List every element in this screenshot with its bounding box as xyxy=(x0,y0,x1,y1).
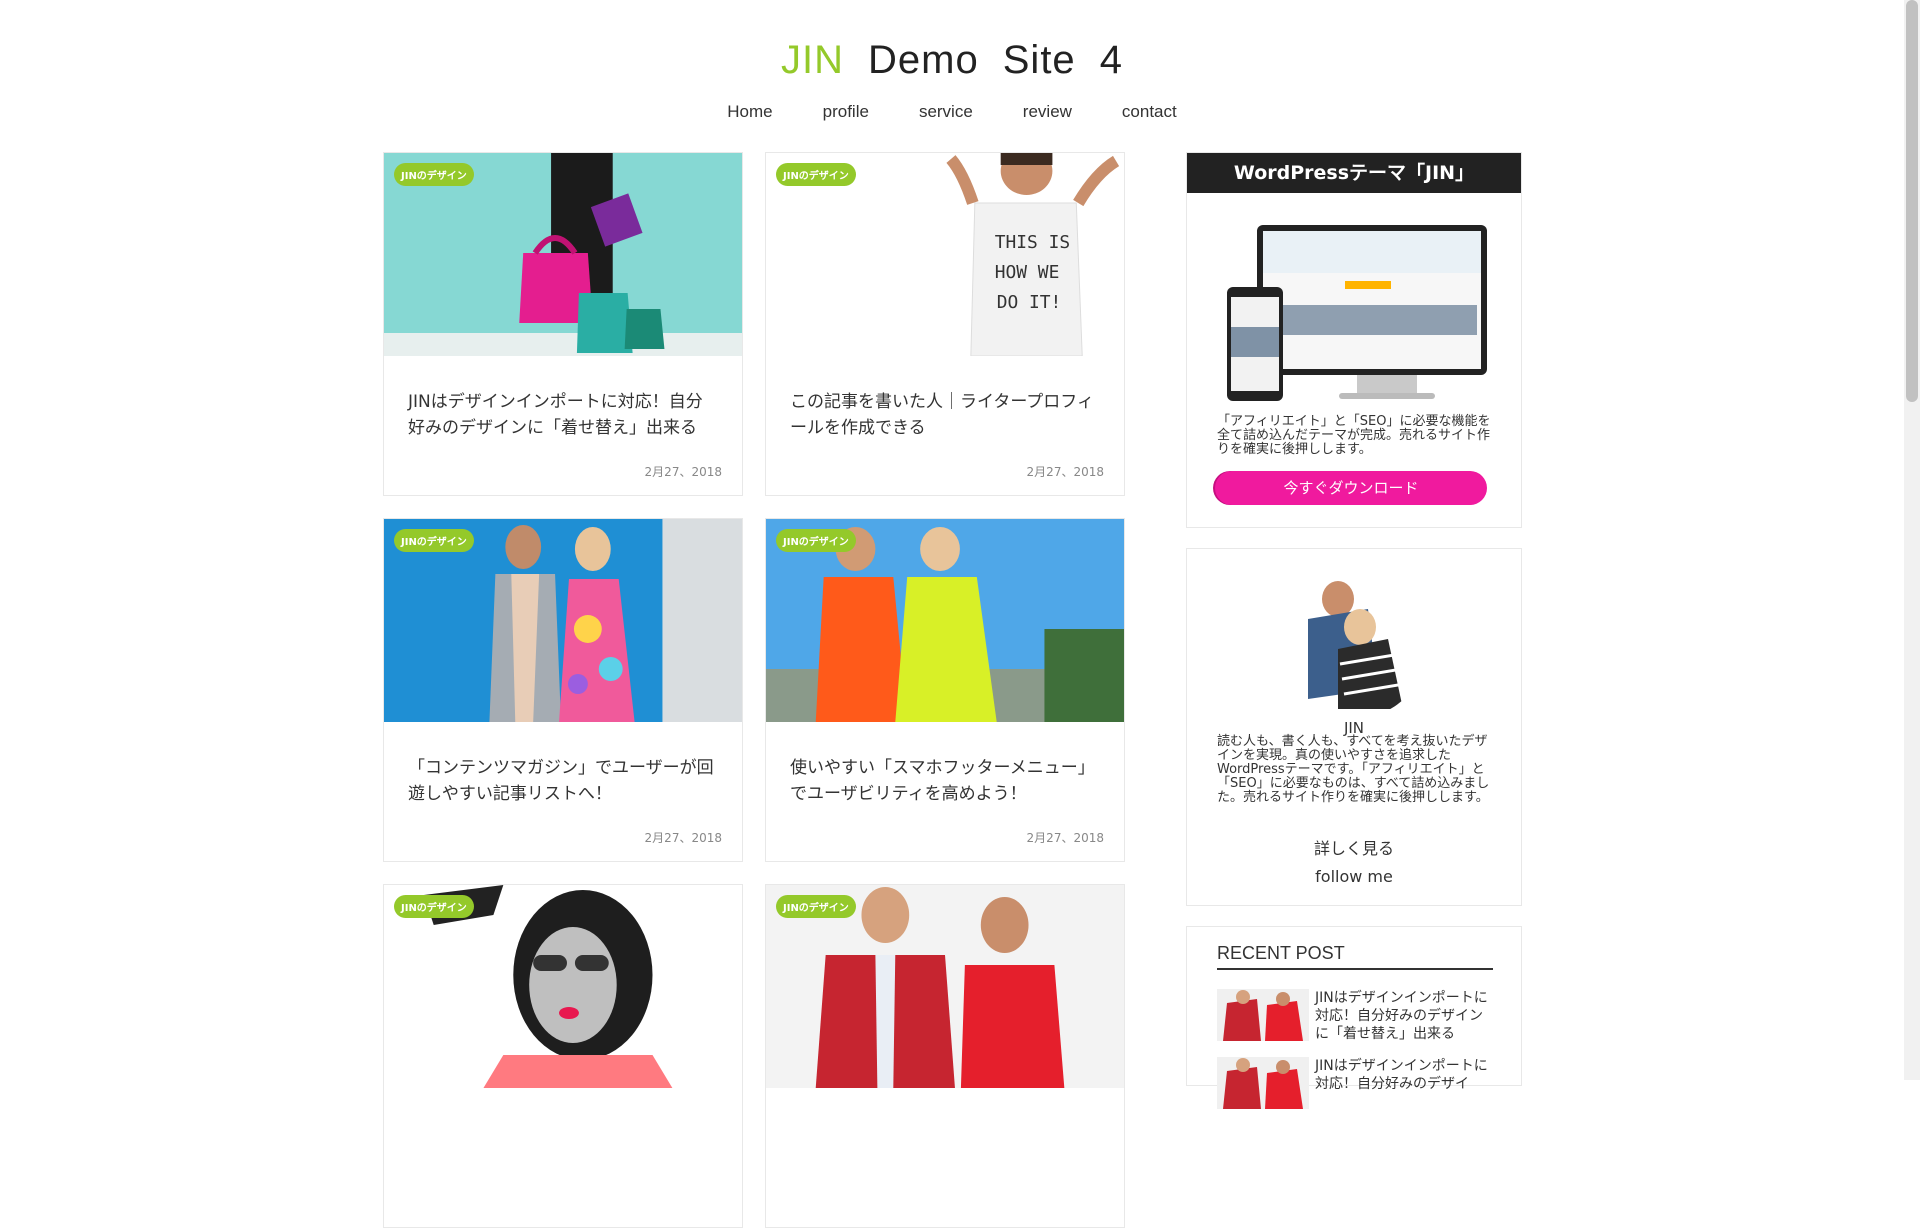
category-badge[interactable]: JINのデザイン xyxy=(776,895,856,918)
svg-text:HOW WE: HOW WE xyxy=(995,262,1060,283)
nav-item-contact[interactable]: contact xyxy=(1122,102,1177,122)
theme-preview-image[interactable] xyxy=(1227,225,1487,405)
svg-text:THIS IS: THIS IS xyxy=(995,232,1070,253)
post-card[interactable]: THIS IS HOW WE DO IT! JINのデザイン この記事を書いた人… xyxy=(765,152,1125,496)
profile-bio: 読む人も、書く人も、すべてを考え抜いたデザインを実現。真の使いやすさを追求したW… xyxy=(1217,734,1490,805)
profile-widget: JIN 読む人も、書く人も、すべてを考え抜いたデザインを実現。真の使いやすさを追… xyxy=(1186,548,1522,906)
widget-title: WordPressテーマ「JIN」 xyxy=(1187,153,1521,193)
main-nav: Home profile service review contact xyxy=(0,102,1904,122)
avatar xyxy=(1278,569,1428,719)
recent-post-title[interactable]: JINはデザインインポートに対応！自分好みのデザイ xyxy=(1315,1057,1493,1093)
post-date: 2月27、2018 xyxy=(1026,465,1104,479)
site-title[interactable]: JIN Demo Site 4 xyxy=(0,38,1904,83)
recent-post-thumbnail[interactable] xyxy=(1217,989,1309,1041)
post-title[interactable]: この記事を書いた人｜ライタープロフィールを作成できる xyxy=(790,389,1100,441)
recent-post-widget: RECENT POST JINはデザインインポートに対応！自分好みのデザインに「… xyxy=(1186,926,1522,1109)
site-title-part: Site xyxy=(1002,38,1076,82)
post-title[interactable]: 使いやすい「スマホフッターメニュー」でユーザビリティを高めよう！ xyxy=(790,755,1100,807)
post-title[interactable]: JINはデザインインポートに対応！自分好みのデザインに「着せ替え」出来る xyxy=(408,389,718,441)
category-badge[interactable]: JINのデザイン xyxy=(394,529,474,552)
post-date: 2月27、2018 xyxy=(644,831,722,845)
widget-title: RECENT POST xyxy=(1217,943,1493,970)
nav-item-home[interactable]: Home xyxy=(727,102,772,122)
theme-widget: WordPressテーマ「JIN」 「アフィリエイト」と「SEO」に必要な機能を… xyxy=(1186,152,1522,528)
category-badge[interactable]: JINのデザイン xyxy=(776,529,856,552)
post-card[interactable]: JINのデザイン xyxy=(765,884,1125,1228)
page-scrollbar[interactable] xyxy=(1904,0,1920,1080)
post-card[interactable]: JINのデザイン 使いやすい「スマホフッターメニュー」でユーザビリティを高めよう… xyxy=(765,518,1125,862)
recent-post-thumbnail[interactable] xyxy=(1217,1057,1309,1109)
nav-item-profile[interactable]: profile xyxy=(823,102,869,122)
site-title-part: JIN xyxy=(781,38,845,82)
post-date: 2月27、2018 xyxy=(644,465,722,479)
site-title-part: Demo xyxy=(868,38,979,82)
svg-text:DO IT!: DO IT! xyxy=(997,292,1062,313)
nav-item-service[interactable]: service xyxy=(919,102,973,122)
recent-post-title[interactable]: JINはデザインインポートに対応！自分好みのデザインに「着せ替え」出来る xyxy=(1315,989,1493,1043)
more-link[interactable]: 詳しく見る xyxy=(1187,835,1521,859)
nav-item-review[interactable]: review xyxy=(1023,102,1072,122)
post-card[interactable]: JINのデザイン JINはデザインインポートに対応！自分好みのデザインに「着せ替… xyxy=(383,152,743,496)
category-badge[interactable]: JINのデザイン xyxy=(776,163,856,186)
category-badge[interactable]: JINのデザイン xyxy=(394,895,474,918)
recent-post-item[interactable]: JINはデザインインポートに対応！自分好みのデザイ xyxy=(1217,1057,1493,1113)
recent-post-item[interactable]: JINはデザインインポートに対応！自分好みのデザインに「着せ替え」出来る xyxy=(1217,989,1493,1045)
post-title[interactable]: 「コンテンツマガジン」でユーザーが回遊しやすい記事リストへ！ xyxy=(408,755,718,807)
scrollbar-thumb[interactable] xyxy=(1906,0,1918,402)
theme-description: 「アフィリエイト」と「SEO」に必要な機能を全て詰め込んだテーマが完成。売れるサ… xyxy=(1217,414,1491,457)
follow-me-label: follow me xyxy=(1315,867,1393,886)
post-date: 2月27、2018 xyxy=(1026,831,1104,845)
site-title-part: 4 xyxy=(1099,38,1123,82)
post-card[interactable]: JINのデザイン 「コンテンツマガジン」でユーザーが回遊しやすい記事リストへ！ … xyxy=(383,518,743,862)
post-card[interactable]: JINのデザイン xyxy=(383,884,743,1228)
download-button[interactable]: 今すぐダウンロード xyxy=(1215,471,1487,505)
category-badge[interactable]: JINのデザイン xyxy=(394,163,474,186)
